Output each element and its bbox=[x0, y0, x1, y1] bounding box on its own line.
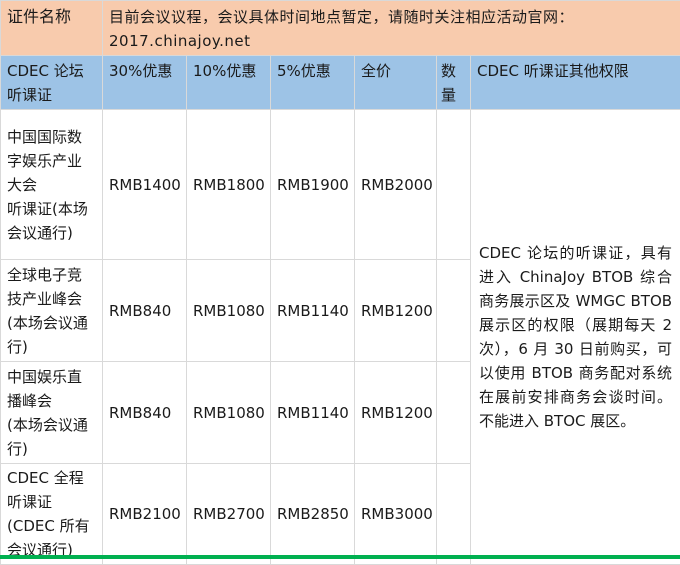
header-full-price: 全价 bbox=[355, 56, 437, 110]
quantity-cell bbox=[437, 362, 471, 464]
quantity-cell bbox=[437, 464, 471, 565]
price-10: RMB1800 bbox=[187, 110, 271, 260]
title-label: 证件名称 bbox=[1, 1, 103, 56]
price-30: RMB840 bbox=[103, 362, 187, 464]
pass-name: 中国娱乐直播峰会 (本场会议通行) bbox=[1, 362, 103, 464]
price-5: RMB1140 bbox=[271, 362, 355, 464]
bottom-divider bbox=[0, 555, 680, 559]
header-30-discount: 30%优惠 bbox=[103, 56, 187, 110]
pass-name: CDEC 全程听课证 (CDEC 所有会议通行) bbox=[1, 464, 103, 565]
header-name: CDEC 论坛听课证 bbox=[1, 56, 103, 110]
table-row: 中国国际数字娱乐产业大会 听课证(本场会议通行) RMB1400 RMB1800… bbox=[1, 110, 680, 260]
price-full: RMB2000 bbox=[355, 110, 437, 260]
pass-name: 全球电子竞技产业峰会(本场会议通行) bbox=[1, 260, 103, 362]
title-row: 证件名称 目前会议议程，会议具体时间地点暂定，请随时关注相应活动官网：2017.… bbox=[1, 1, 680, 56]
pass-price-table: 证件名称 目前会议议程，会议具体时间地点暂定，请随时关注相应活动官网：2017.… bbox=[0, 0, 680, 565]
header-5-discount: 5%优惠 bbox=[271, 56, 355, 110]
price-full: RMB3000 bbox=[355, 464, 437, 565]
price-30: RMB2100 bbox=[103, 464, 187, 565]
header-quantity: 数量 bbox=[437, 56, 471, 110]
title-notice: 目前会议议程，会议具体时间地点暂定，请随时关注相应活动官网：2017.china… bbox=[103, 1, 680, 56]
header-10-discount: 10%优惠 bbox=[187, 56, 271, 110]
rights-description: CDEC 论坛的听课证，具有进入 ChinaJoy BTOB 综合商务展示区及 … bbox=[471, 110, 680, 565]
price-5: RMB1900 bbox=[271, 110, 355, 260]
header-row: CDEC 论坛听课证 30%优惠 10%优惠 5%优惠 全价 数量 CDEC 听… bbox=[1, 56, 680, 110]
price-10: RMB1080 bbox=[187, 260, 271, 362]
price-full: RMB1200 bbox=[355, 260, 437, 362]
price-10: RMB1080 bbox=[187, 362, 271, 464]
price-10: RMB2700 bbox=[187, 464, 271, 565]
price-30: RMB840 bbox=[103, 260, 187, 362]
quantity-cell bbox=[437, 110, 471, 260]
price-30: RMB1400 bbox=[103, 110, 187, 260]
pass-name: 中国国际数字娱乐产业大会 听课证(本场会议通行) bbox=[1, 110, 103, 260]
header-rights: CDEC 听课证其他权限 bbox=[471, 56, 680, 110]
price-5: RMB1140 bbox=[271, 260, 355, 362]
quantity-cell bbox=[437, 260, 471, 362]
price-full: RMB1200 bbox=[355, 362, 437, 464]
price-5: RMB2850 bbox=[271, 464, 355, 565]
